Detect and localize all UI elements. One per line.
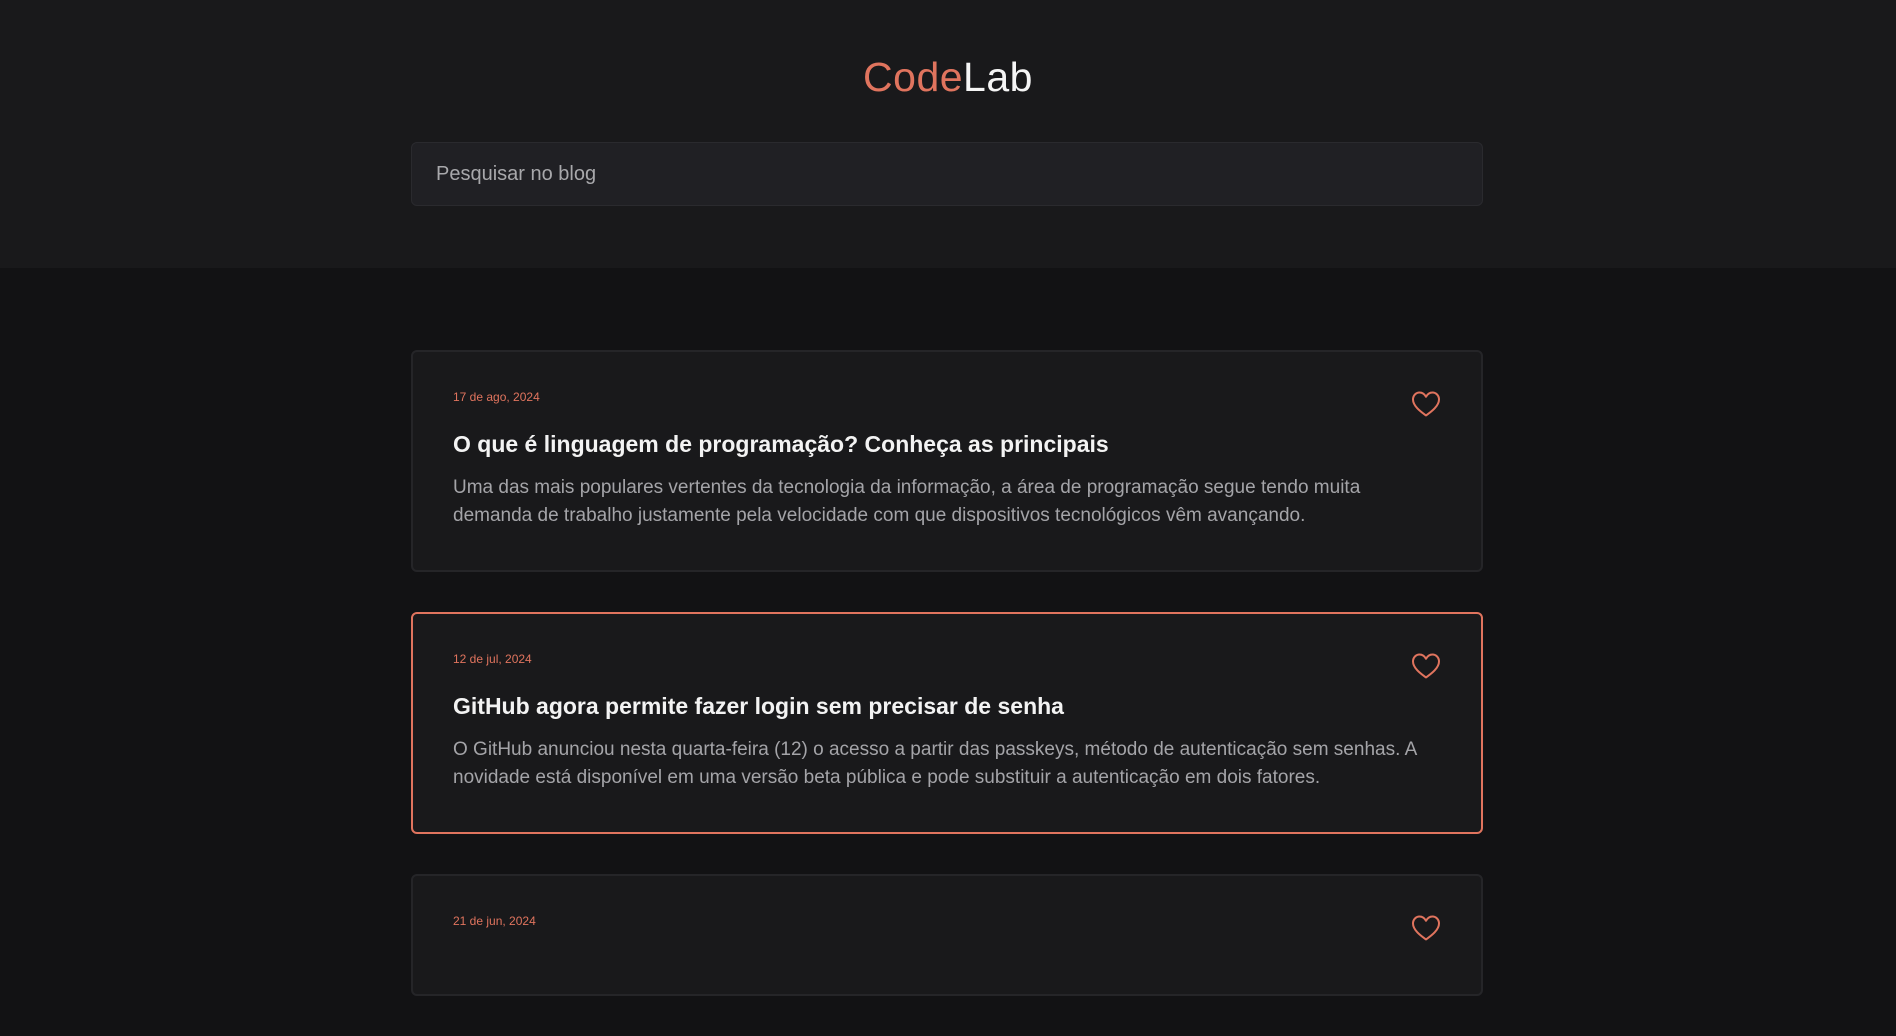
post-excerpt: O GitHub anunciou nesta quarta-feira (12… <box>453 739 1417 788</box>
post-list: 17 de ago, 2024 O que é linguagem de pro… <box>411 350 1483 1036</box>
post-excerpt: Uma das mais populares vertentes da tecn… <box>453 477 1361 526</box>
post-card-highlighted[interactable]: 12 de jul, 2024 GitHub agora permite faz… <box>411 612 1483 834</box>
post-date: 17 de ago, 2024 <box>453 390 540 404</box>
site-logo[interactable]: CodeLab <box>0 52 1896 102</box>
post-card[interactable]: 21 de jun, 2024 <box>411 874 1483 996</box>
search-input[interactable] <box>411 142 1483 206</box>
site-header: CodeLab <box>0 0 1896 268</box>
logo-accent-text: Code <box>863 54 964 100</box>
post-date: 21 de jun, 2024 <box>453 914 536 928</box>
post-card[interactable]: 17 de ago, 2024 O que é linguagem de pro… <box>411 350 1483 572</box>
post-date: 12 de jul, 2024 <box>453 652 532 666</box>
heart-icon[interactable] <box>1411 652 1441 680</box>
heart-icon[interactable] <box>1411 914 1441 942</box>
post-title[interactable]: O que é linguagem de programação? Conheç… <box>453 430 1441 458</box>
post-title[interactable]: GitHub agora permite fazer login sem pre… <box>453 692 1441 720</box>
logo-rest-text: Lab <box>963 54 1033 100</box>
heart-icon[interactable] <box>1411 390 1441 418</box>
